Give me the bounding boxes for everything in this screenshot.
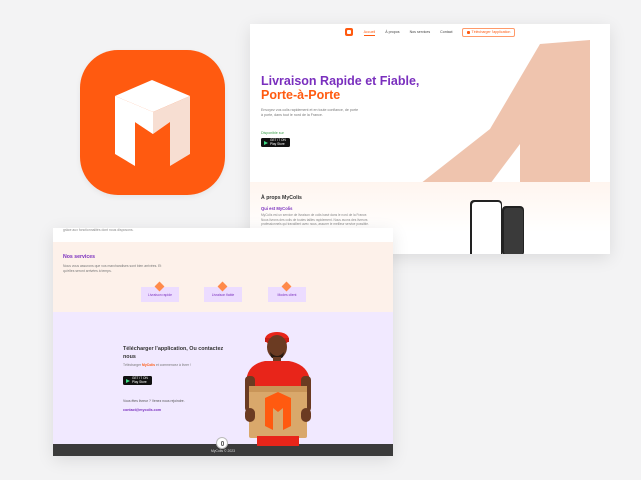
nav-item-contact[interactable]: Contact — [435, 30, 457, 34]
about-question-1: Qui est MyColis — [261, 206, 293, 211]
download-icon — [466, 30, 470, 34]
play-store-icon — [264, 140, 268, 145]
service-card-livraison-rapide[interactable]: Livraison rapide — [141, 281, 179, 302]
phone-mockup-light — [470, 200, 502, 254]
scroll-indicator-icon[interactable] — [216, 437, 228, 449]
download-title: Télécharger l'application, Ou contactez … — [123, 346, 224, 360]
nav-item-a-propos[interactable]: À propos — [380, 30, 404, 34]
driver-question: Vous êtes livreur ? Venez nous rejoindre… — [123, 399, 185, 403]
download-app-button[interactable]: Télécharger l'application — [461, 27, 516, 37]
play-store-button[interactable]: GET IT ON Play Store — [123, 376, 152, 385]
service-card-label: Livraison rapide — [148, 293, 172, 297]
hero-subtitle: Envoyez vos colis rapidement et en toute… — [261, 108, 359, 117]
store-line2: Play Store — [132, 379, 147, 384]
play-store-icon — [126, 378, 130, 383]
play-store-button[interactable]: GET IT ON Play Store — [261, 138, 290, 147]
services-page-screenshot: grâce aux fonctionnalités dont nous disp… — [53, 228, 393, 456]
footer-text: MyColis © 2023 — [211, 449, 235, 453]
download-app-label: Télécharger l'application — [471, 30, 511, 34]
nav-item-accueil[interactable]: Accueil — [359, 30, 381, 36]
nav-logo-icon[interactable] — [344, 28, 353, 36]
top-navigation: Accueil À propos Nos services Contact Té… — [250, 24, 610, 40]
hero-title: Livraison Rapide et Fiable, Porte-à-Port… — [261, 74, 431, 102]
about-title: À props MyColis — [261, 195, 302, 201]
service-card-livraison-fiable[interactable]: Livraison fiable — [204, 281, 242, 302]
services-description: Nous vous assurons que vos marchandises … — [63, 264, 162, 273]
m-cube-logo-icon — [115, 80, 190, 180]
availability-label: Disponible sur — [261, 131, 284, 135]
service-card-label: Livraison fiable — [211, 293, 235, 297]
download-subtitle: Télécharger MyColis et commencez à livre… — [123, 363, 192, 367]
contact-email-link[interactable]: contact@mycolis.com — [123, 408, 161, 412]
service-card-modes-client[interactable]: Modes client — [268, 281, 306, 302]
hero-title-accent: Porte-à-Porte — [261, 88, 341, 102]
hero-page-screenshot: Accueil À propos Nos services Contact Té… — [250, 24, 610, 254]
nav-item-nos-services[interactable]: Nos services — [405, 30, 436, 34]
phone-mockup-dark — [502, 206, 524, 254]
delivery-person-illustration — [245, 332, 311, 446]
top-line-text: grâce aux fonctionnalités dont nous disp… — [63, 228, 134, 232]
hero-title-main: Livraison Rapide et Fiable, — [261, 74, 420, 88]
service-card-label: Modes client — [277, 293, 297, 297]
store-line2: Play Store — [270, 141, 285, 146]
app-logo-icon — [80, 50, 225, 195]
about-paragraph-1: MyColis est un service de livraison de c… — [261, 213, 369, 227]
download-section — [53, 312, 393, 444]
services-title: Nos services — [63, 254, 96, 260]
